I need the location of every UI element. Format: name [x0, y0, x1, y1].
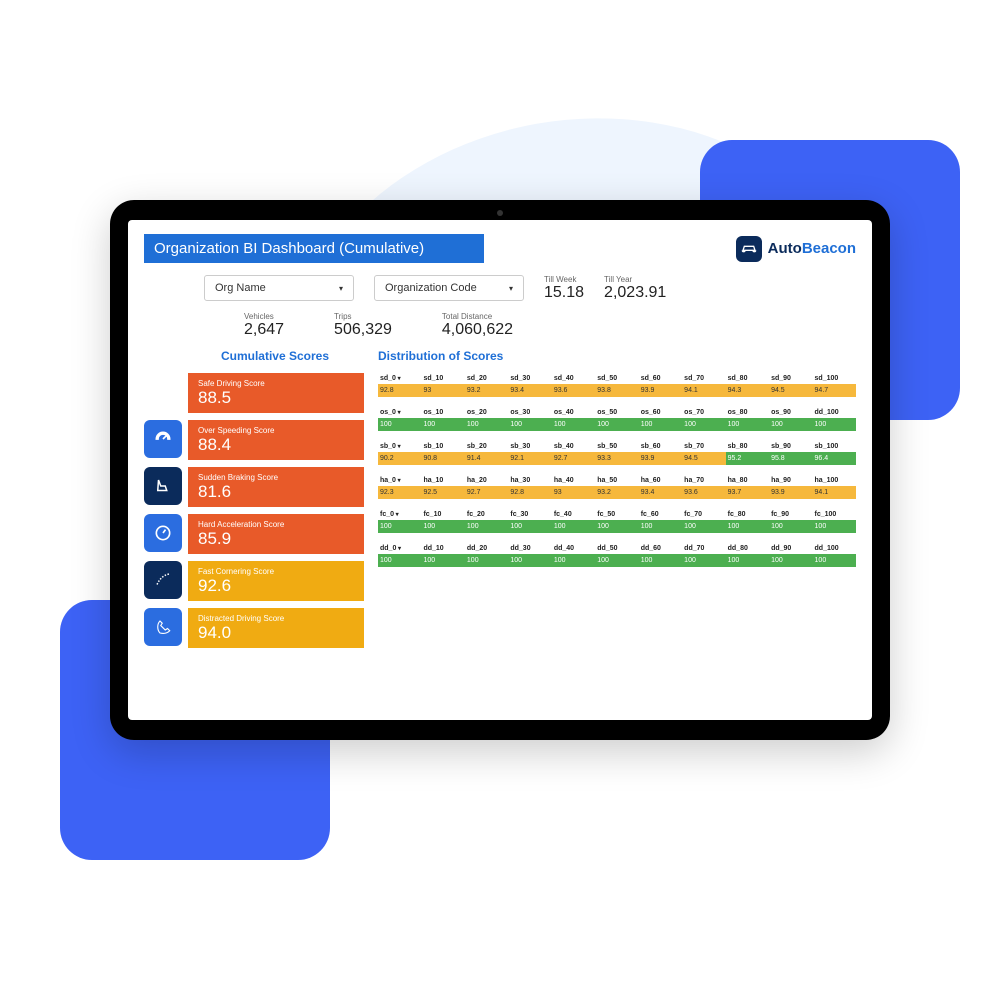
org-name-select[interactable]: Org Name▾: [204, 275, 354, 301]
brand-logo: AutoBeacon: [736, 236, 856, 262]
sudden-braking-card[interactable]: Sudden Braking Score 81.6: [188, 467, 364, 507]
distribution-title: Distribution of Scores: [378, 349, 856, 363]
screen: Organization BI Dashboard (Cumulative) A…: [128, 220, 872, 720]
sd-distribution: sd_0sd_10sd_20sd_30sd_40sd_50sd_60sd_70s…: [378, 373, 856, 397]
chevron-down-icon: ▾: [339, 284, 343, 293]
cumulative-title: Cumulative Scores: [144, 349, 364, 363]
os-distribution: os_0os_10os_20os_30os_40os_50os_60os_70o…: [378, 407, 856, 431]
dd-distribution: dd_0dd_10dd_20dd_30dd_40dd_50dd_60dd_70d…: [378, 543, 856, 567]
fc-distribution: fc_0fc_10fc_20fc_30fc_40fc_50fc_60fc_70f…: [378, 509, 856, 533]
till-year-metric: Till Year 2,023.91: [604, 275, 666, 302]
gauge-icon: [144, 514, 182, 552]
fast-cornering-card[interactable]: Fast Cornering Score 92.6: [188, 561, 364, 601]
chevron-down-icon: ▾: [509, 284, 513, 293]
org-code-select[interactable]: Organization Code▾: [374, 275, 524, 301]
vehicles-metric: Vehicles 2,647: [244, 312, 284, 339]
tire-icon: [144, 561, 182, 599]
tablet-frame: Organization BI Dashboard (Cumulative) A…: [110, 200, 890, 740]
speedometer-icon: [144, 420, 182, 458]
trips-metric: Trips 506,329: [334, 312, 392, 339]
safe-driving-card[interactable]: Safe Driving Score 88.5: [188, 373, 364, 413]
car-icon: [736, 236, 762, 262]
page-title: Organization BI Dashboard (Cumulative): [144, 234, 484, 263]
sb-distribution: sb_0sb_10sb_20sb_30sb_40sb_50sb_60sb_70s…: [378, 441, 856, 465]
distance-metric: Total Distance 4,060,622: [442, 312, 513, 339]
over-speeding-card[interactable]: Over Speeding Score 88.4: [188, 420, 364, 460]
hard-accel-card[interactable]: Hard Acceleration Score 85.9: [188, 514, 364, 554]
seat-icon: [144, 467, 182, 505]
distracted-driving-card[interactable]: Distracted Driving Score 94.0: [188, 608, 364, 648]
ha-distribution: ha_0ha_10ha_20ha_30ha_40ha_50ha_60ha_70h…: [378, 475, 856, 499]
till-week-metric: Till Week 15.18: [544, 275, 584, 302]
phone-icon: [144, 608, 182, 646]
